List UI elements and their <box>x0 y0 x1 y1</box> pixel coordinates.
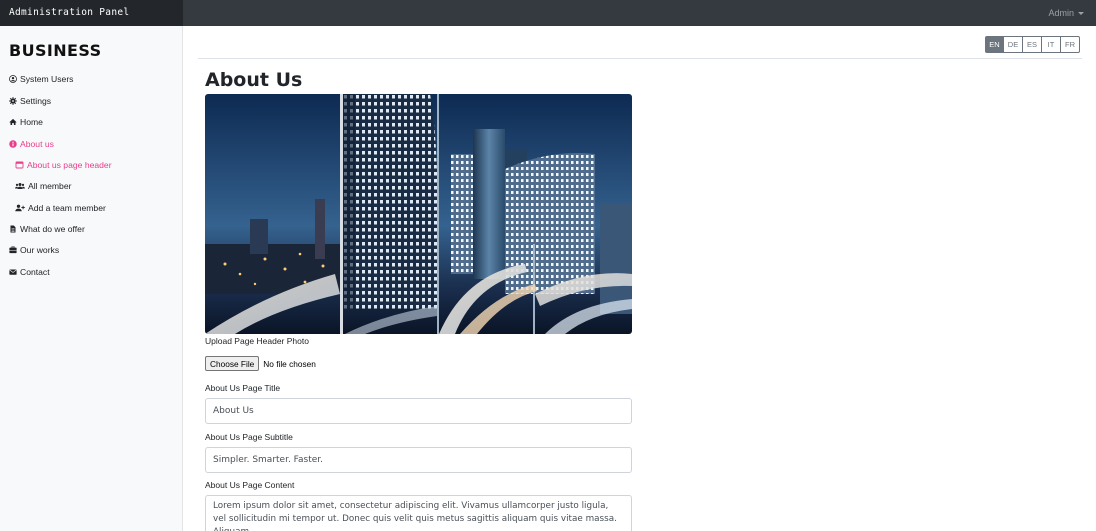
brand-block: Administration Panel <box>0 0 183 26</box>
sidebar-item-label: About us page header <box>27 160 112 170</box>
file-status: No file chosen <box>263 358 316 369</box>
lang-button-en[interactable]: EN <box>985 36 1004 53</box>
sidebar-item-our-works[interactable]: Our works <box>9 245 59 255</box>
language-switcher: EN DE ES IT FR <box>985 36 1080 53</box>
choose-file-button[interactable]: Choose File <box>205 356 260 371</box>
lang-button-es[interactable]: ES <box>1023 36 1042 53</box>
sidebar: BUSINESS System Users Settings Home Abou… <box>0 26 183 531</box>
sidebar-item-home[interactable]: Home <box>9 117 43 127</box>
briefcase-icon <box>9 246 17 254</box>
subtitle-label: About Us Page Subtitle <box>205 432 293 442</box>
main-content: EN DE ES IT FR About Us Upload Page Head… <box>183 26 1096 531</box>
sidebar-item-system-users[interactable]: System Users <box>9 74 73 84</box>
sidebar-item-settings[interactable]: Settings <box>9 96 51 106</box>
sidebar-item-about-us[interactable]: About us <box>9 139 54 149</box>
window-icon <box>15 161 24 169</box>
upload-label: Upload Page Header Photo <box>205 336 309 346</box>
sidebar-item-label: Home <box>20 117 43 127</box>
sidebar-item-contact[interactable]: Contact <box>9 267 50 277</box>
sidebar-item-label: Contact <box>20 267 50 277</box>
user-circle-icon <box>9 75 17 83</box>
title-label: About Us Page Title <box>205 383 281 393</box>
sidebar-item-label: System Users <box>20 74 74 84</box>
sidebar-logo: BUSINESS <box>9 41 102 60</box>
caret-down-icon <box>1078 11 1084 15</box>
header-divider <box>198 58 1082 59</box>
sidebar-item-what-do-we-offer[interactable]: What do we offer <box>9 224 85 234</box>
page-subtitle-input[interactable]: Simpler. Smarter. Faster. <box>205 447 632 473</box>
sidebar-item-label: What do we offer <box>20 224 85 234</box>
sidebar-item-label: Our works <box>20 245 60 255</box>
sidebar-item-add-team-member[interactable]: Add a team member <box>15 203 106 213</box>
users-icon <box>15 182 25 190</box>
user-menu[interactable]: Admin <box>1048 8 1084 18</box>
top-navbar: Administration Panel Admin <box>0 0 1096 26</box>
sidebar-item-label: All member <box>28 181 72 191</box>
envelope-icon <box>9 268 17 276</box>
sidebar-item-about-us-page-header[interactable]: About us page header <box>15 160 112 170</box>
gear-icon <box>9 97 17 105</box>
sidebar-item-all-member[interactable]: All member <box>15 181 71 191</box>
brand-title[interactable]: Administration Panel <box>9 7 129 18</box>
content-label: About Us Page Content <box>205 480 295 490</box>
lang-button-fr[interactable]: FR <box>1061 36 1080 53</box>
sidebar-item-label: Add a team member <box>28 203 106 213</box>
file-input[interactable]: Choose File No file chosen <box>205 356 316 371</box>
header-photo <box>205 94 632 334</box>
user-name: Admin <box>1048 8 1074 18</box>
page-title: About Us <box>205 69 303 91</box>
page-content-textarea[interactable]: Lorem ipsum dolor sit amet, consectetur … <box>205 495 632 531</box>
info-circle-icon <box>9 140 17 148</box>
lang-button-de[interactable]: DE <box>1004 36 1023 53</box>
home-icon <box>9 118 17 126</box>
sidebar-item-label: Settings <box>20 96 52 106</box>
sidebar-item-label: About us <box>20 139 54 149</box>
user-plus-icon <box>15 204 25 212</box>
page-title-input[interactable]: About Us <box>205 398 632 424</box>
lang-button-it[interactable]: IT <box>1042 36 1061 53</box>
file-icon <box>9 225 17 233</box>
